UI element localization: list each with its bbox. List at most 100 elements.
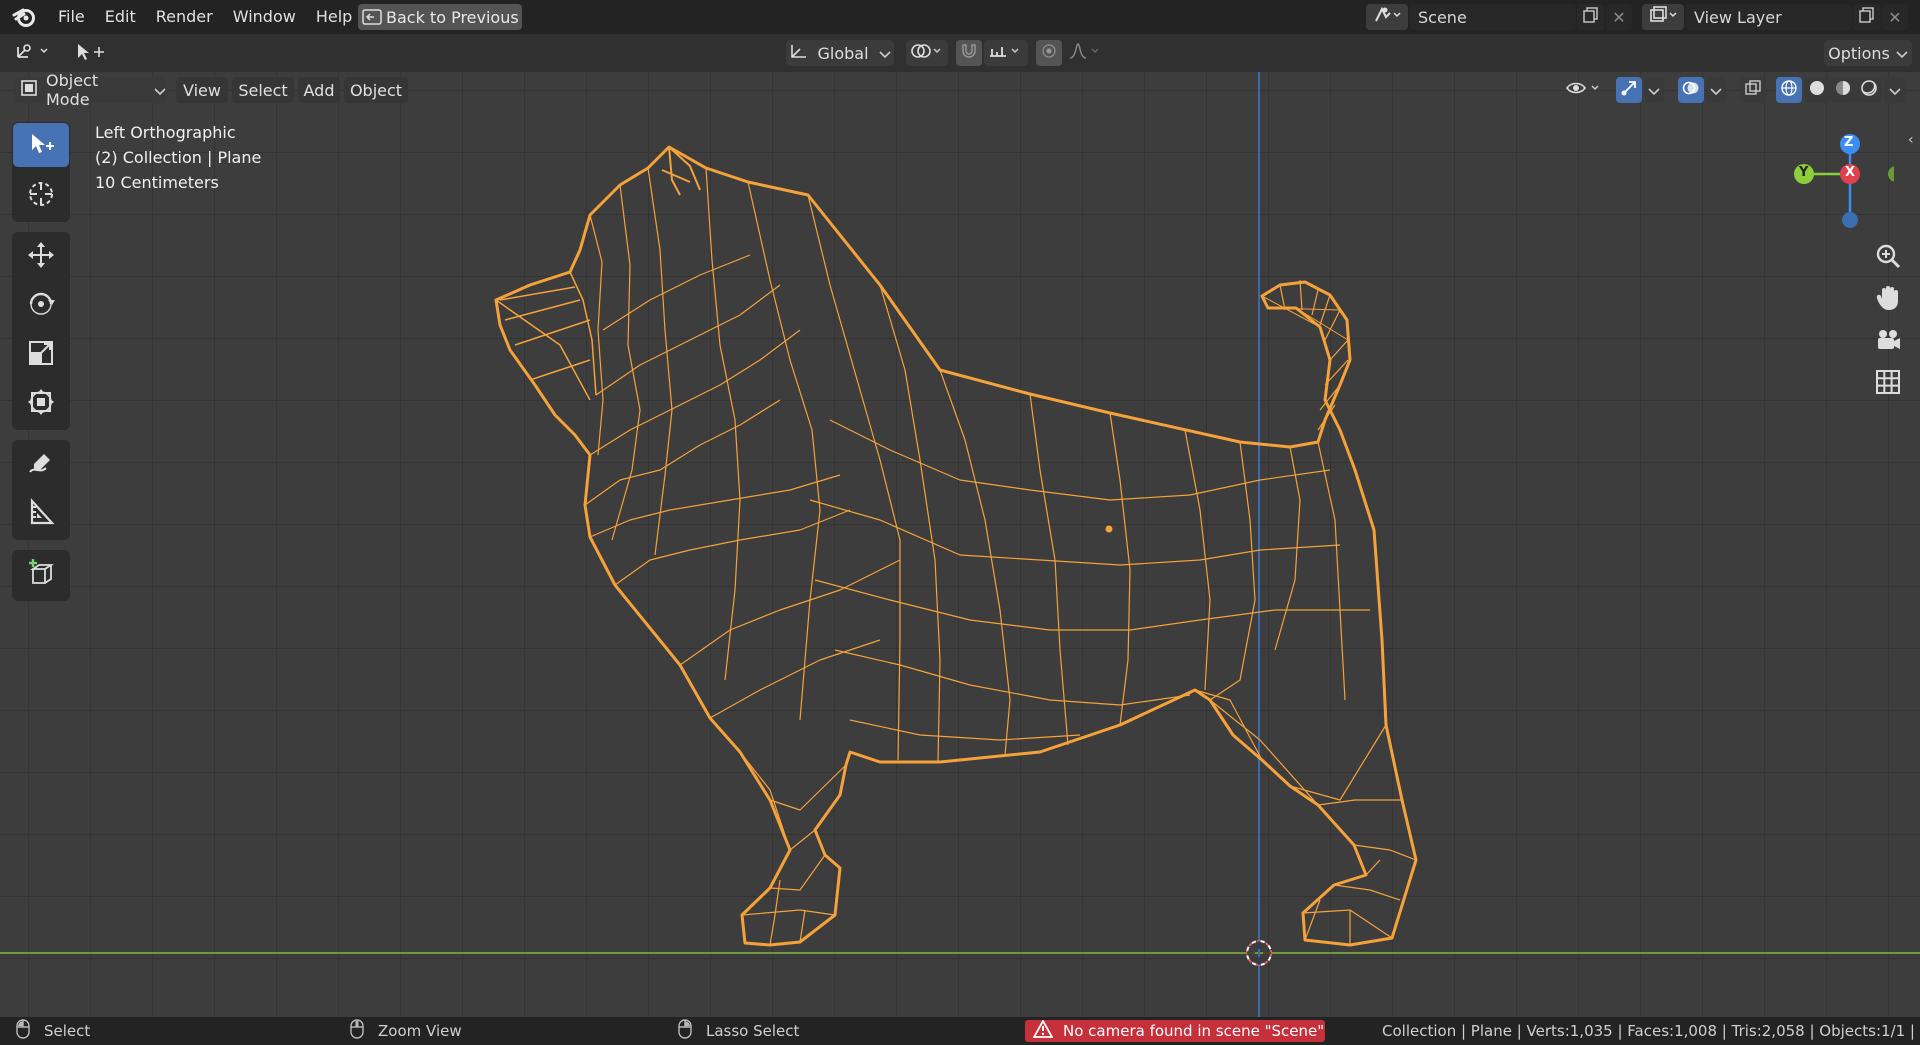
snap-increment-icon: [988, 42, 1024, 64]
warning-text: No camera found in scene "Scene": [1063, 1022, 1325, 1040]
proportional-icon: [1041, 43, 1057, 63]
back-to-previous-label: Back to Previous: [386, 7, 519, 27]
view-layer-browse-button[interactable]: [1642, 4, 1684, 30]
mode-dropdown[interactable]: Object Mode: [14, 72, 166, 109]
object-origin-dot: [1105, 525, 1113, 533]
dog-mesh-wireframe[interactable]: [0, 72, 1920, 1017]
falloff-dropdown[interactable]: [1064, 40, 1108, 66]
gizmo-toggle[interactable]: [1616, 77, 1642, 103]
3d-cursor-icon[interactable]: [1244, 938, 1274, 968]
mouse-right-icon: [678, 1019, 692, 1043]
hand-icon[interactable]: [1866, 278, 1910, 318]
menu-file[interactable]: File: [48, 0, 95, 34]
orientation-label: Global: [817, 43, 869, 63]
tool-group-transform: [12, 232, 70, 430]
status-lasso-label: Lasso Select: [706, 1022, 800, 1040]
status-lasso-hint: Lasso Select: [678, 1017, 799, 1045]
gizmo-icon: [1620, 79, 1638, 101]
scene-browse-button[interactable]: [1366, 4, 1408, 30]
proportional-edit-toggle[interactable]: [1036, 40, 1062, 66]
solid-sphere-icon: [1808, 79, 1826, 101]
3d-viewport-icon: [15, 41, 51, 65]
no-camera-warning[interactable]: No camera found in scene "Scene": [1025, 1019, 1325, 1042]
options-dropdown[interactable]: Options: [1824, 40, 1912, 66]
collection-text: (2) Collection | Plane: [95, 148, 262, 167]
scale-icon[interactable]: [13, 331, 69, 375]
select-menu-label: Select: [238, 80, 288, 100]
scene-statistics-text: Collection | Plane | Verts:1,035 | Faces…: [1382, 1022, 1920, 1040]
duplicate-icon: [1583, 7, 1599, 27]
add-cube-icon[interactable]: [13, 551, 69, 595]
overlays-toggle[interactable]: [1678, 77, 1704, 103]
shading-solid-button[interactable]: [1804, 77, 1830, 103]
tweak-tool-icon[interactable]: [72, 40, 106, 66]
menu-window[interactable]: Window: [223, 0, 306, 34]
status-select-hint: Select: [16, 1017, 90, 1045]
delete-scene-button[interactable]: ✕: [1606, 4, 1632, 30]
transform-icon[interactable]: [13, 380, 69, 424]
scene-name-field[interactable]: Scene: [1410, 4, 1576, 30]
annotate-icon[interactable]: [13, 441, 69, 485]
shading-wireframe-button[interactable]: [1776, 77, 1802, 103]
delete-view-layer-button[interactable]: ✕: [1882, 4, 1908, 30]
view-layer-name-field[interactable]: View Layer: [1686, 4, 1852, 30]
transform-orientation-dropdown[interactable]: Global: [786, 40, 894, 66]
toolbar: [12, 122, 70, 611]
viewport-info-overlay: Left Orthographic (2) Collection | Plane…: [95, 120, 261, 195]
status-bar: Select Zoom View Lasso Select No camera …: [0, 1017, 1920, 1045]
grid-scale-text: 10 Centimeters: [95, 173, 219, 192]
navigation-gizmo[interactable]: Z Y X: [1784, 118, 1904, 248]
scene-name-text: Scene: [1418, 7, 1467, 27]
menu-render[interactable]: Render: [146, 0, 223, 34]
view-name-text: Left Orthographic: [95, 123, 236, 142]
view-layer-name-text: View Layer: [1694, 7, 1782, 27]
tool-group-annotate: [12, 440, 70, 540]
add-menu-label: Add: [303, 80, 335, 100]
chevron-down-icon: [154, 81, 166, 100]
chevron-down-icon: [878, 44, 891, 63]
cursor-icon[interactable]: [13, 172, 69, 216]
scene-statistics: Collection | Plane | Verts:1,035 | Faces…: [1382, 1017, 1920, 1045]
new-view-layer-button[interactable]: [1853, 4, 1881, 30]
mouse-middle-icon: [350, 1019, 364, 1043]
close-icon: ✕: [1888, 7, 1902, 27]
shading-rendered-button[interactable]: [1856, 77, 1882, 103]
menu-help[interactable]: Help: [306, 0, 362, 34]
magnet-icon: [960, 42, 978, 64]
camera-icon[interactable]: [1866, 320, 1910, 360]
chevron-down-icon: [1889, 81, 1901, 100]
blender-logo-icon[interactable]: [0, 0, 48, 34]
object-menu[interactable]: Object: [344, 77, 408, 103]
editor-type-button[interactable]: [10, 40, 56, 66]
material-sphere-icon: [1834, 79, 1852, 101]
move-icon[interactable]: [13, 233, 69, 277]
select-box-icon[interactable]: [13, 123, 69, 167]
object-menu-label: Object: [349, 80, 403, 100]
gizmo-y-label: Y: [1799, 165, 1809, 180]
xray-toggle[interactable]: [1740, 77, 1766, 103]
sidebar-toggle-arrow[interactable]: ‹: [1908, 132, 1914, 148]
select-menu[interactable]: Select: [232, 77, 294, 103]
object-mode-icon: [20, 79, 38, 101]
snap-target-dropdown[interactable]: [984, 40, 1028, 66]
menu-edit[interactable]: Edit: [95, 0, 146, 34]
gizmo-dropdown[interactable]: [1644, 77, 1664, 103]
shading-material-button[interactable]: [1830, 77, 1856, 103]
zoom-icon[interactable]: [1866, 236, 1910, 276]
grid-icon[interactable]: [1866, 362, 1910, 402]
3d-viewport[interactable]: Object Mode View Select Add Object Left …: [0, 72, 1920, 1017]
new-scene-button[interactable]: [1577, 4, 1605, 30]
close-icon: ✕: [1612, 7, 1626, 27]
add-menu[interactable]: Add: [298, 77, 340, 103]
visibility-dropdown[interactable]: [1562, 77, 1606, 103]
rotate-icon[interactable]: [13, 282, 69, 326]
measure-icon[interactable]: [13, 490, 69, 534]
status-select-label: Select: [44, 1022, 91, 1040]
back-to-previous-button[interactable]: Back to Previous: [358, 4, 522, 30]
overlays-dropdown[interactable]: [1706, 77, 1726, 103]
shading-dropdown[interactable]: [1884, 77, 1906, 103]
snap-toggle[interactable]: [956, 40, 982, 66]
status-zoom-label: Zoom View: [378, 1022, 462, 1040]
pivot-point-dropdown[interactable]: [906, 40, 948, 66]
view-menu[interactable]: View: [176, 77, 228, 103]
